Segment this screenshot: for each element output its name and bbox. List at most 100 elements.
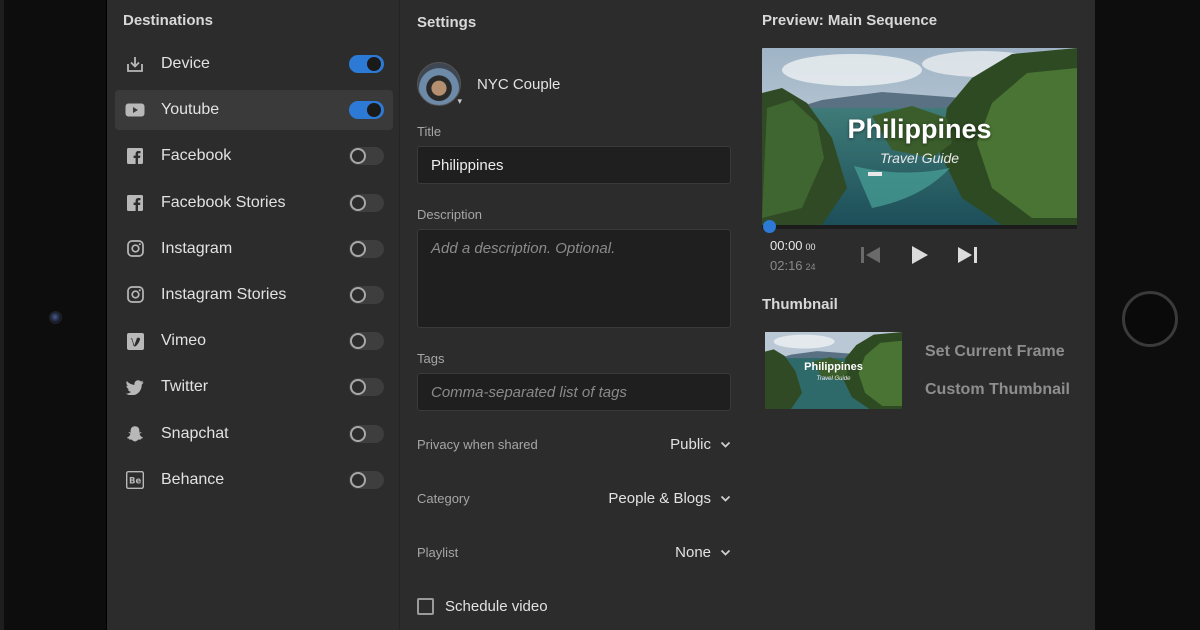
snapchat-toggle[interactable] [349,424,384,443]
toggle-knob [367,57,381,71]
toggle-knob [350,148,366,165]
description-label: Description [417,207,483,222]
total-time: 02:16 [770,258,803,273]
avatar: ▾ [417,62,462,106]
schedule-video-checkbox[interactable] [417,598,434,615]
description-placeholder: Add a description. Optional. [431,240,616,257]
tags-label: Tags [417,351,445,366]
destination-item-twitter[interactable]: Twitter [115,367,393,407]
device-toggle[interactable] [349,55,384,73]
destination-label: Instagram Stories [161,285,287,303]
destination-label: Facebook Stories [161,193,286,211]
video-preview[interactable]: Philippines Travel Guide [762,48,1077,225]
thumbnail-overlay-title: Philippines [804,361,863,373]
destination-item-facebook-stories[interactable]: Facebook Stories [115,183,393,223]
destinations-title: Destinations [123,12,214,29]
video-overlay-title: Philippines [847,114,992,144]
thumbnail-overlay-subtitle: Travel Guide [816,376,851,382]
toggle-knob [350,379,366,396]
toggle-knob [367,103,381,118]
facebook-toggle[interactable] [349,147,384,166]
vimeo-icon [125,331,145,351]
play-icon [912,246,928,264]
title-field[interactable]: Philippines [417,146,731,184]
chevron-down-icon [720,493,731,504]
instagram-icon [125,285,145,305]
category-label: Category [417,491,470,506]
thumbnail-image[interactable]: Philippines Travel Guide [765,332,902,409]
playlist-value: None [675,544,711,561]
home-button[interactable] [1122,291,1178,347]
destination-label: Device [161,55,210,72]
facebook-stories-toggle[interactable] [349,193,384,212]
custom-thumbnail-button[interactable]: Custom Thumbnail [925,381,1070,399]
playback-scrubber[interactable] [762,225,1077,229]
set-current-frame-button[interactable]: Set Current Frame [925,343,1065,361]
chevron-down-icon [720,547,731,558]
description-field[interactable]: Add a description. Optional. [417,229,731,328]
privacy-value: Public [670,436,711,453]
destination-item-behance[interactable]: Be Behance [115,460,393,500]
playlist-select[interactable]: Playlist None [417,544,731,561]
export-screen: Destinations Device Youtube Facebook Facebo… [107,0,1095,630]
device-bezel-right [1095,0,1200,630]
toggle-knob [350,471,366,488]
account-selector[interactable]: ▾ NYC Couple [417,62,560,106]
destination-label: Facebook [161,147,232,165]
schedule-video-option[interactable]: Schedule video [417,598,548,615]
toggle-knob [350,286,366,303]
vimeo-toggle[interactable] [349,332,384,351]
account-name: NYC Couple [477,75,561,93]
destination-label: Youtube [161,101,220,119]
device-bezel-left [0,0,107,630]
destination-label: Twitter [161,378,209,396]
destination-item-vimeo[interactable]: Vimeo [115,321,393,361]
behance-toggle[interactable] [349,470,384,489]
behance-icon: Be [125,470,145,490]
destination-item-youtube[interactable]: Youtube [115,90,393,131]
destination-label: Snapchat [161,424,229,442]
toggle-knob [350,333,366,350]
instagram-toggle[interactable] [349,239,384,258]
current-time: 00:00 [770,238,803,253]
download-icon [125,54,145,74]
thumbnail-title: Thumbnail [762,296,838,313]
video-overlay-subtitle: Travel Guide [879,150,960,166]
privacy-select[interactable]: Privacy when shared Public [417,436,731,453]
total-frames: 24 [805,262,816,272]
current-timecode: 00:00 00 [770,238,816,253]
play-button[interactable] [907,243,931,267]
tags-field[interactable]: Comma-separated list of tags [417,373,731,411]
toggle-knob [350,425,366,442]
preview-title: Preview: Main Sequence [762,12,938,29]
destinations-list: Device Youtube Facebook Facebook Stories Ins… [115,44,393,506]
preview-panel: Preview: Main Sequence Philippines Trave… [762,0,1095,630]
instagram-stories-toggle[interactable] [349,285,384,304]
destination-item-facebook[interactable]: Facebook [115,136,393,176]
title-label: Title [417,124,442,139]
chevron-down-icon [720,439,731,450]
step-forward-button[interactable] [955,243,979,267]
settings-panel: Settings ▾ NYC Couple Title Philippines … [401,0,751,630]
playlist-label: Playlist [417,545,459,560]
destination-item-instagram-stories[interactable]: Instagram Stories [115,275,393,315]
scrubber-handle[interactable] [763,220,776,233]
destination-item-instagram[interactable]: Instagram [115,229,393,269]
twitter-icon [125,377,145,397]
twitter-toggle[interactable] [349,378,384,397]
destination-item-snapchat[interactable]: Snapchat [115,414,393,454]
privacy-label: Privacy when shared [417,437,538,452]
settings-title: Settings [417,14,477,31]
category-value: People & Blogs [608,490,711,507]
destination-item-device[interactable]: Device [115,44,393,84]
youtube-toggle[interactable] [349,101,384,120]
category-select[interactable]: Category People & Blogs [417,490,731,507]
destination-label: Vimeo [161,332,207,350]
youtube-icon [125,100,145,120]
snapchat-icon [125,424,145,444]
destination-label: Instagram [161,239,233,257]
facebook-icon [125,193,145,213]
step-back-button[interactable] [859,243,883,267]
toggle-knob [350,240,366,257]
step-back-icon [861,247,880,263]
